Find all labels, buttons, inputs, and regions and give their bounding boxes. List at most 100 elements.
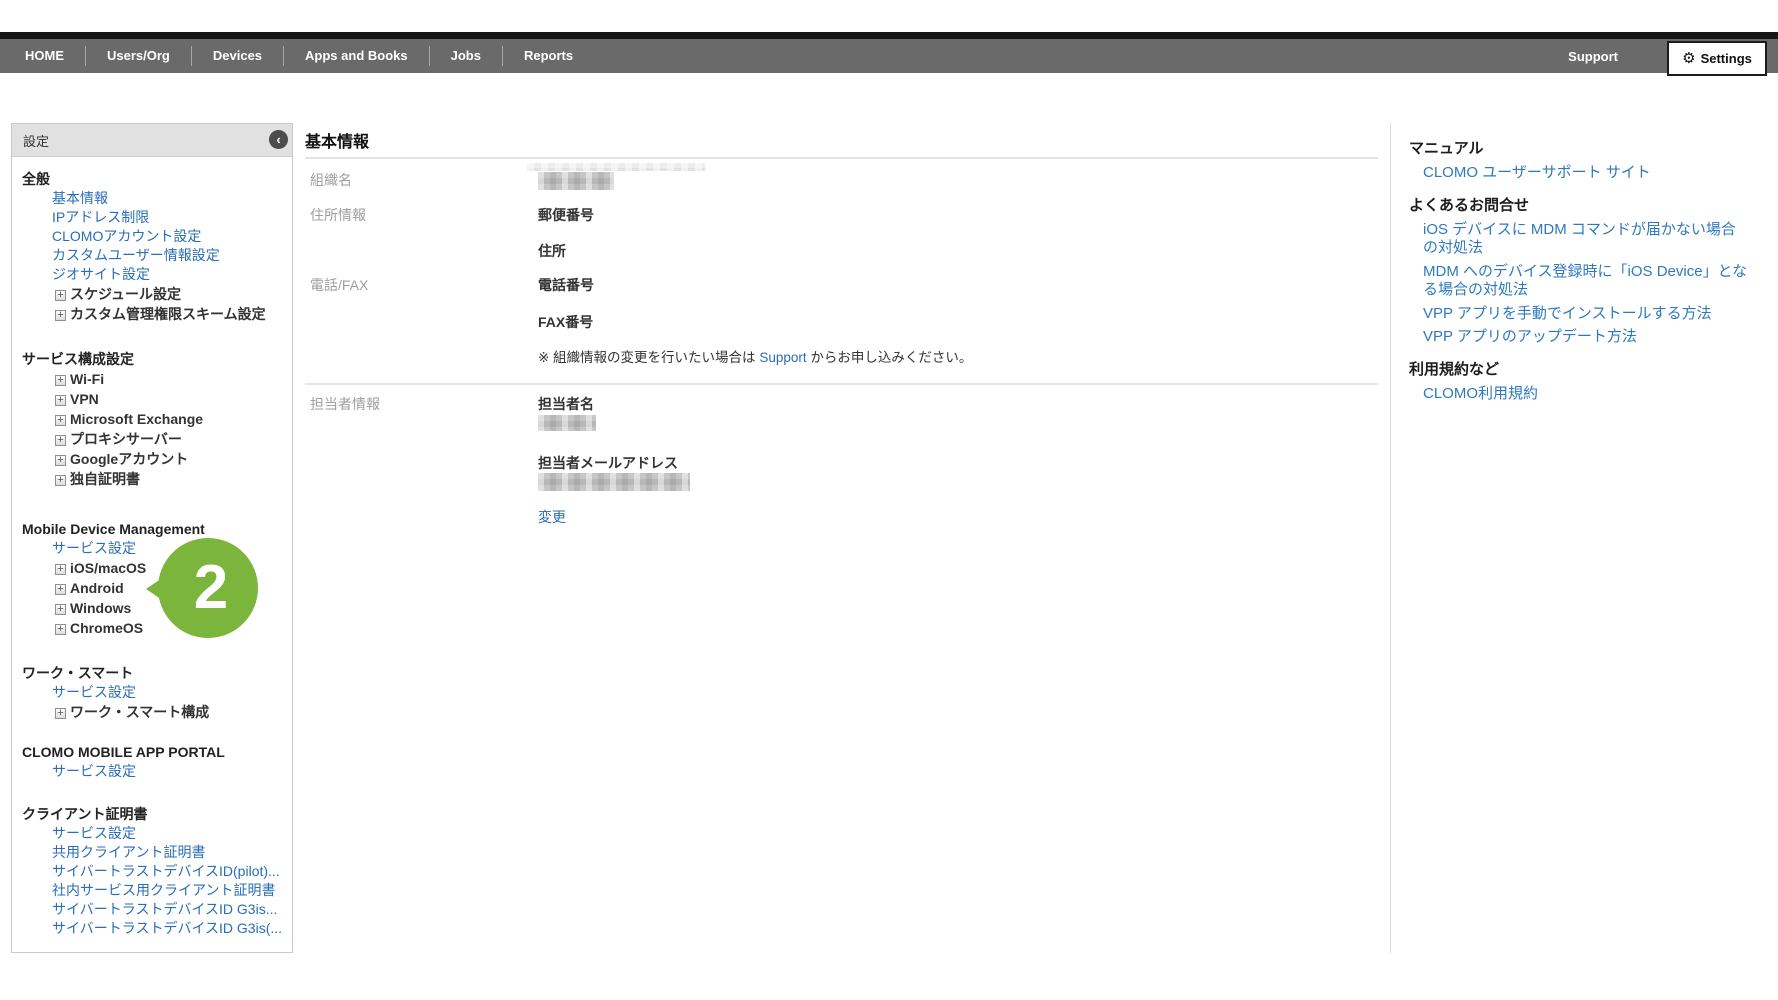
sidebar-item-item[interactable]: サービス設定 [52,683,284,702]
sidebar-item-wi-fi[interactable]: +Wi-Fi [55,369,284,389]
sidebar-item-item[interactable]: +ワーク・スマート構成 [55,702,284,722]
top-navigation: HOMEUsers/OrgDevicesApps and BooksJobsRe… [0,32,1778,73]
expand-plus-icon[interactable]: + [55,708,66,719]
sidebar-section: 全般基本情報IPアドレス制限CLOMOアカウント設定カスタムユーザー情報設定ジオ… [22,170,284,324]
sidebar-item-item[interactable]: +スケジュール設定 [55,284,284,304]
sidebar-section-title: 全般 [22,170,284,189]
expand-plus-icon[interactable]: + [55,604,66,615]
help-link[interactable]: CLOMO ユーザーサポート サイト [1423,164,1750,183]
gear-icon: ⚙ [1682,51,1695,66]
expand-plus-icon[interactable]: + [55,564,66,575]
sidebar-header: 設定 ‹ [12,124,292,157]
contact-fields: 担当者名 担当者メールアドレス 変更 [538,396,1378,527]
help-group: マニュアル CLOMO ユーザーサポート サイト [1409,139,1750,183]
sidebar-item-clomo[interactable]: CLOMOアカウント設定 [52,227,284,246]
sidebar-item-item[interactable]: +カスタム管理権限スキーム設定 [55,304,284,324]
tab-settings[interactable]: ⚙ Settings [1667,41,1767,76]
expand-plus-icon[interactable]: + [55,310,66,321]
help-link[interactable]: MDM へのデバイス登録時に「iOS Device」となる場合の対処法 [1423,263,1750,300]
sidebar-item-ip[interactable]: IPアドレス制限 [52,208,284,227]
sidebar-sections: 全般基本情報IPアドレス制限CLOMOアカウント設定カスタムユーザー情報設定ジオ… [12,157,292,948]
sidebar-section-title: CLOMO MOBILE APP PORTAL [22,743,284,762]
nav-item-apps-and-books[interactable]: Apps and Books [283,46,429,66]
sidebar-item-item[interactable]: 社内サービス用クライアント証明書 [52,881,284,900]
redacted-contact-email [538,473,690,491]
expand-plus-icon[interactable]: + [55,624,66,635]
nav-item-users-org[interactable]: Users/Org [85,46,191,66]
nav-items: HOMEUsers/OrgDevicesApps and BooksJobsRe… [0,39,594,73]
nav-item-devices[interactable]: Devices [191,46,283,66]
support-link[interactable]: Support [1568,49,1618,64]
redacted-org-name [538,172,614,190]
phone-label: 電話番号 [538,277,1378,293]
sidebar-item-microsoft-exchange[interactable]: +Microsoft Exchange [55,409,284,429]
sidebar-section-title: ワーク・スマート [22,664,284,683]
help-group-title: 利用規約など [1409,360,1750,379]
expand-plus-icon[interactable]: + [55,584,66,595]
nav-item-home[interactable]: HOME [4,46,85,66]
org-value [538,162,1378,190]
note-text: ※ 組織情報の変更を行いたい場合は [538,350,759,365]
support-note-link[interactable]: Support [759,350,806,365]
sidebar-item-item[interactable]: 基本情報 [52,189,284,208]
help-panel: マニュアル CLOMO ユーザーサポート サイトよくあるお問合せ iOS デバイスに… [1390,123,1778,953]
change-link[interactable]: 変更 [538,507,566,527]
expand-plus-icon[interactable]: + [55,415,66,426]
sidebar-item-vpn[interactable]: +VPN [55,389,284,409]
sidebar-item-google[interactable]: +Googleアカウント [55,449,284,469]
step-2-badge: 2 [158,538,258,638]
help-group: 利用規約など CLOMO利用規約 [1409,360,1750,404]
address-fields: 郵便番号 住所 [538,207,1378,259]
expand-plus-icon[interactable]: + [55,395,66,406]
contact-section-label: 担当者情報 [305,396,538,527]
sidebar-item-item[interactable]: サービス設定 [52,762,284,781]
sidebar-section: ワーク・スマートサービス設定+ワーク・スマート構成 [22,664,284,722]
sidebar-item-item[interactable]: +独自証明書 [55,469,284,489]
org-change-note: ※ 組織情報の変更を行いたい場合は Support からお申し込みください。 [538,350,1378,366]
redacted-org-strip [527,163,705,171]
sidebar-item-item[interactable]: サービス設定 [52,824,284,843]
sidebar-item-item[interactable]: カスタムユーザー情報設定 [52,246,284,265]
divider [305,383,1378,385]
sidebar-item-id-pilot[interactable]: サイバートラストデバイスID(pilot)... [52,862,284,881]
chevron-left-icon: ‹ [276,132,280,147]
help-group-title: マニュアル [1409,139,1750,158]
address-label: 住所情報 [305,207,538,259]
nav-item-reports[interactable]: Reports [502,46,594,66]
nav-item-jobs[interactable]: Jobs [429,46,502,66]
sidebar-section-title: サービス構成設定 [22,350,284,369]
nav-right: Support [1568,39,1618,73]
expand-plus-icon[interactable]: + [55,435,66,446]
contact-name-label: 担当者名 [538,396,1378,412]
sidebar-title: 設定 [12,131,49,150]
sidebar-item-item[interactable]: サービス設定 [52,539,284,558]
expand-plus-icon[interactable]: + [55,375,66,386]
expand-plus-icon[interactable]: + [55,455,66,466]
contact-email-label: 担当者メールアドレス [538,455,1378,471]
expand-plus-icon[interactable]: + [55,475,66,486]
expand-plus-icon[interactable]: + [55,290,66,301]
help-link[interactable]: iOS デバイスに MDM コマンドが届かない場合の対処法 [1423,221,1750,258]
sidebar-section: サービス構成設定+Wi-Fi+VPN+Microsoft Exchange+プロ… [22,350,284,489]
sidebar-item-item[interactable]: 共用クライアント証明書 [52,843,284,862]
settings-tab-label: Settings [1701,51,1752,66]
sidebar-item-id-g3is[interactable]: サイバートラストデバイスID G3is(... [52,919,284,938]
sidebar-item-item[interactable]: ジオサイト設定 [52,265,284,284]
postal-label: 郵便番号 [538,207,1378,223]
sidebar-collapse-button[interactable]: ‹ [269,130,288,149]
phone-fields: 電話番号 FAX番号 [538,277,1378,330]
sidebar-item-id-g3is[interactable]: サイバートラストデバイスID G3is... [52,900,284,919]
help-link[interactable]: CLOMO利用規約 [1423,385,1750,404]
note-text: からお申し込みください。 [807,350,973,365]
address-row: 住所情報 郵便番号 住所 [305,207,1378,259]
sidebar-section: CLOMO MOBILE APP PORTALサービス設定 [22,743,284,781]
help-group-title: よくあるお問合せ [1409,196,1750,215]
phone-section-label: 電話/FAX [305,277,538,330]
org-row: 組織名 [305,162,1378,190]
sidebar-section-title: クライアント証明書 [22,805,284,824]
help-link[interactable]: VPP アプリを手動でインストールする方法 [1423,305,1750,324]
sidebar-item-item[interactable]: +プロキシサーバー [55,429,284,449]
help-link[interactable]: VPP アプリのアップデート方法 [1423,328,1750,347]
phone-row: 電話/FAX 電話番号 FAX番号 [305,277,1378,330]
basic-info-panel: 基本情報 組織名 住所情報 郵便番号 住所 電話/FAX 電話番号 FAX番号 [293,123,1390,527]
